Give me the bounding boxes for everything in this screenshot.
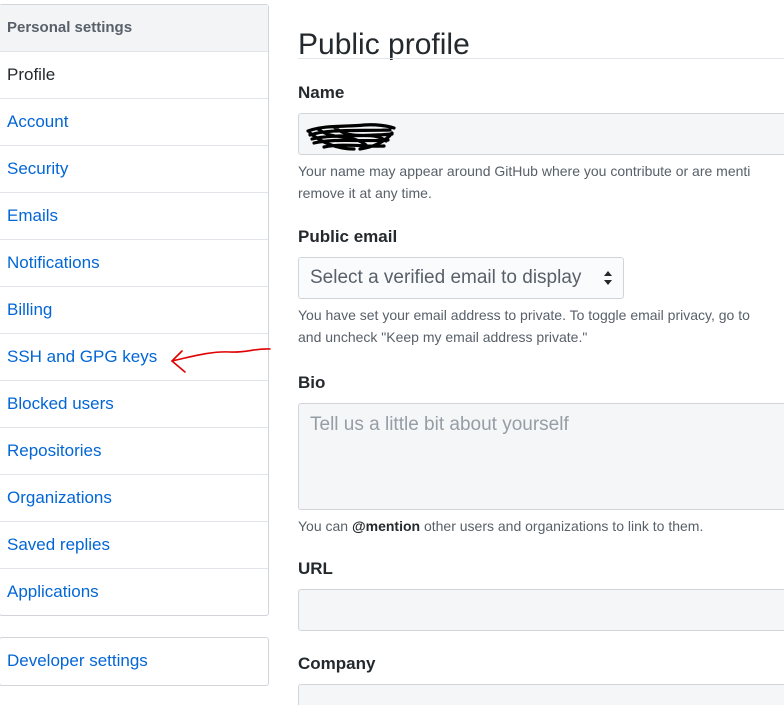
public-email-label: Public email: [298, 227, 398, 246]
developer-settings-menu: Developer settings: [0, 637, 269, 686]
public-email-select[interactable]: Select a verified email to display: [298, 257, 624, 299]
settings-page: Personal settings Profile Account Securi…: [0, 0, 784, 705]
sidebar-header: Personal settings: [0, 5, 268, 52]
public-email-help-line-1: You have set your email address to priva…: [298, 307, 750, 323]
url-label: URL: [298, 559, 333, 578]
name-label: Name: [298, 83, 345, 102]
page-title: Public profile: [298, 28, 470, 62]
sidebar-item-saved-replies[interactable]: Saved replies: [0, 522, 268, 569]
sidebar-item-applications[interactable]: Applications: [0, 569, 268, 615]
url-input[interactable]: [298, 589, 784, 631]
bio-help: You can @mention other users and organiz…: [298, 515, 703, 537]
annotation-arrow-icon: [171, 348, 271, 373]
bio-help-suffix: other users and organizations to link to…: [420, 518, 704, 534]
sidebar-item-organizations[interactable]: Organizations: [0, 475, 268, 522]
select-arrows-icon: [604, 271, 612, 285]
bio-help-mention: @mention: [351, 518, 421, 534]
sidebar-item-account[interactable]: Account: [0, 99, 268, 146]
public-email-selected-value: Select a verified email to display: [310, 267, 582, 288]
bio-label: Bio: [298, 373, 326, 392]
settings-sidebar: Personal settings Profile Account Securi…: [0, 4, 269, 616]
sidebar-item-developer-settings[interactable]: Developer settings: [0, 638, 268, 684]
bio-placeholder: Tell us a little bit about yourself: [310, 414, 569, 435]
sidebar-item-blocked-users[interactable]: Blocked users: [0, 381, 268, 428]
sidebar-item-repositories[interactable]: Repositories: [0, 428, 268, 475]
sidebar-item-notifications[interactable]: Notifications: [0, 240, 268, 287]
name-help-line-2: remove it at any time.: [298, 185, 432, 201]
bio-help-prefix: You can: [298, 518, 352, 534]
sidebar-item-profile[interactable]: Profile: [0, 52, 268, 99]
sidebar-item-security[interactable]: Security: [0, 146, 268, 193]
bio-textarea[interactable]: Tell us a little bit about yourself: [298, 403, 784, 510]
company-input[interactable]: [298, 684, 784, 705]
redaction-scribble: [306, 123, 396, 151]
company-label: Company: [298, 654, 376, 673]
sidebar-item-emails[interactable]: Emails: [0, 193, 268, 240]
title-divider: [298, 58, 784, 59]
name-help-line-1: Your name may appear around GitHub where…: [298, 163, 751, 179]
name-input[interactable]: [298, 113, 784, 155]
sidebar-item-billing[interactable]: Billing: [0, 287, 268, 334]
public-email-help-line-2: and uncheck "Keep my email address priva…: [298, 329, 588, 345]
